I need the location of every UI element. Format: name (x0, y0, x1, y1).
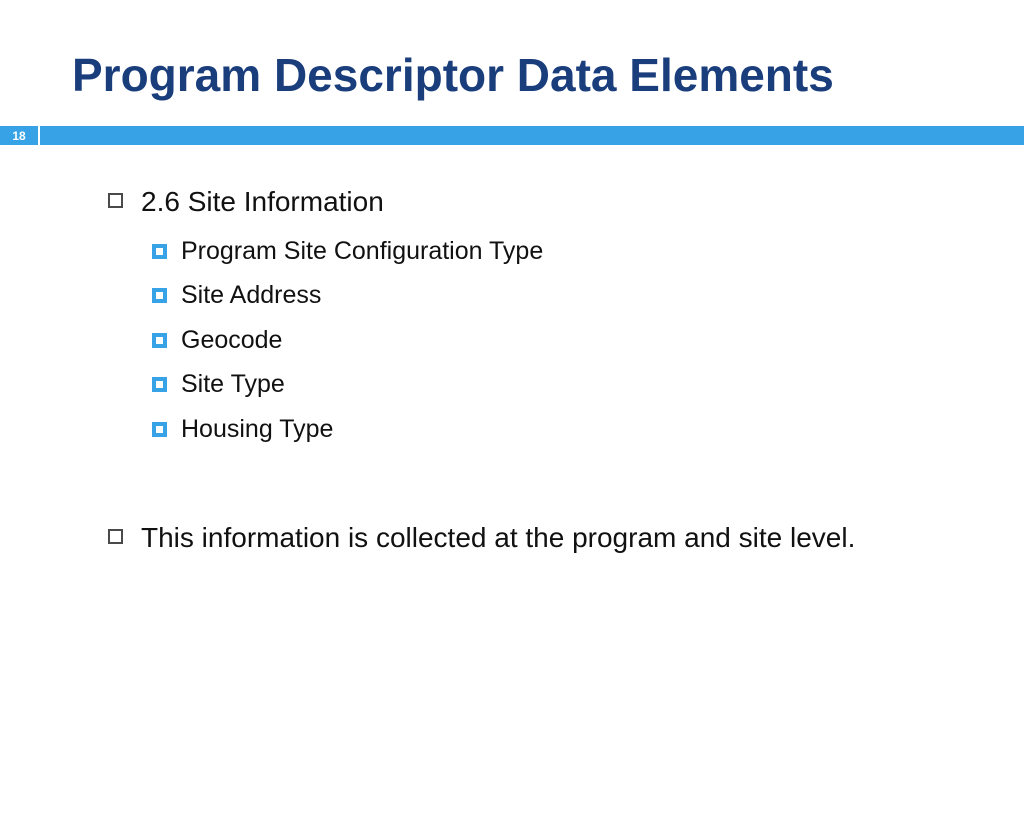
sub-list-item: Housing Type (152, 413, 964, 446)
sub-list-item-text: Geocode (181, 324, 282, 357)
sub-list-item-text: Program Site Configuration Type (181, 235, 543, 268)
square-filled-bullet-icon (152, 288, 167, 303)
square-outline-bullet-icon (108, 193, 123, 208)
square-filled-bullet-icon (152, 333, 167, 348)
slide-title: Program Descriptor Data Elements (72, 48, 1024, 102)
square-filled-bullet-icon (152, 377, 167, 392)
square-filled-bullet-icon (152, 422, 167, 437)
square-filled-bullet-icon (152, 244, 167, 259)
page-number-badge: 18 (0, 126, 40, 145)
sub-list-item-text: Site Address (181, 279, 321, 312)
spacer (108, 457, 964, 519)
sub-list-item: Site Address (152, 279, 964, 312)
sub-list-item: Program Site Configuration Type (152, 235, 964, 268)
sub-list-item-text: Housing Type (181, 413, 333, 446)
list-item: 2.6 Site Information (108, 183, 964, 221)
accent-bar-row: 18 (0, 126, 1024, 145)
list-item: This information is collected at the pro… (108, 519, 964, 557)
slide-content: 2.6 Site Information Program Site Config… (108, 183, 964, 557)
accent-bar (40, 126, 1024, 145)
square-outline-bullet-icon (108, 529, 123, 544)
sub-list-item: Site Type (152, 368, 964, 401)
list-item-text: 2.6 Site Information (141, 183, 384, 221)
list-item-text: This information is collected at the pro… (141, 519, 855, 557)
sub-list-item: Geocode (152, 324, 964, 357)
sub-list: Program Site Configuration Type Site Add… (152, 235, 964, 446)
sub-list-item-text: Site Type (181, 368, 285, 401)
